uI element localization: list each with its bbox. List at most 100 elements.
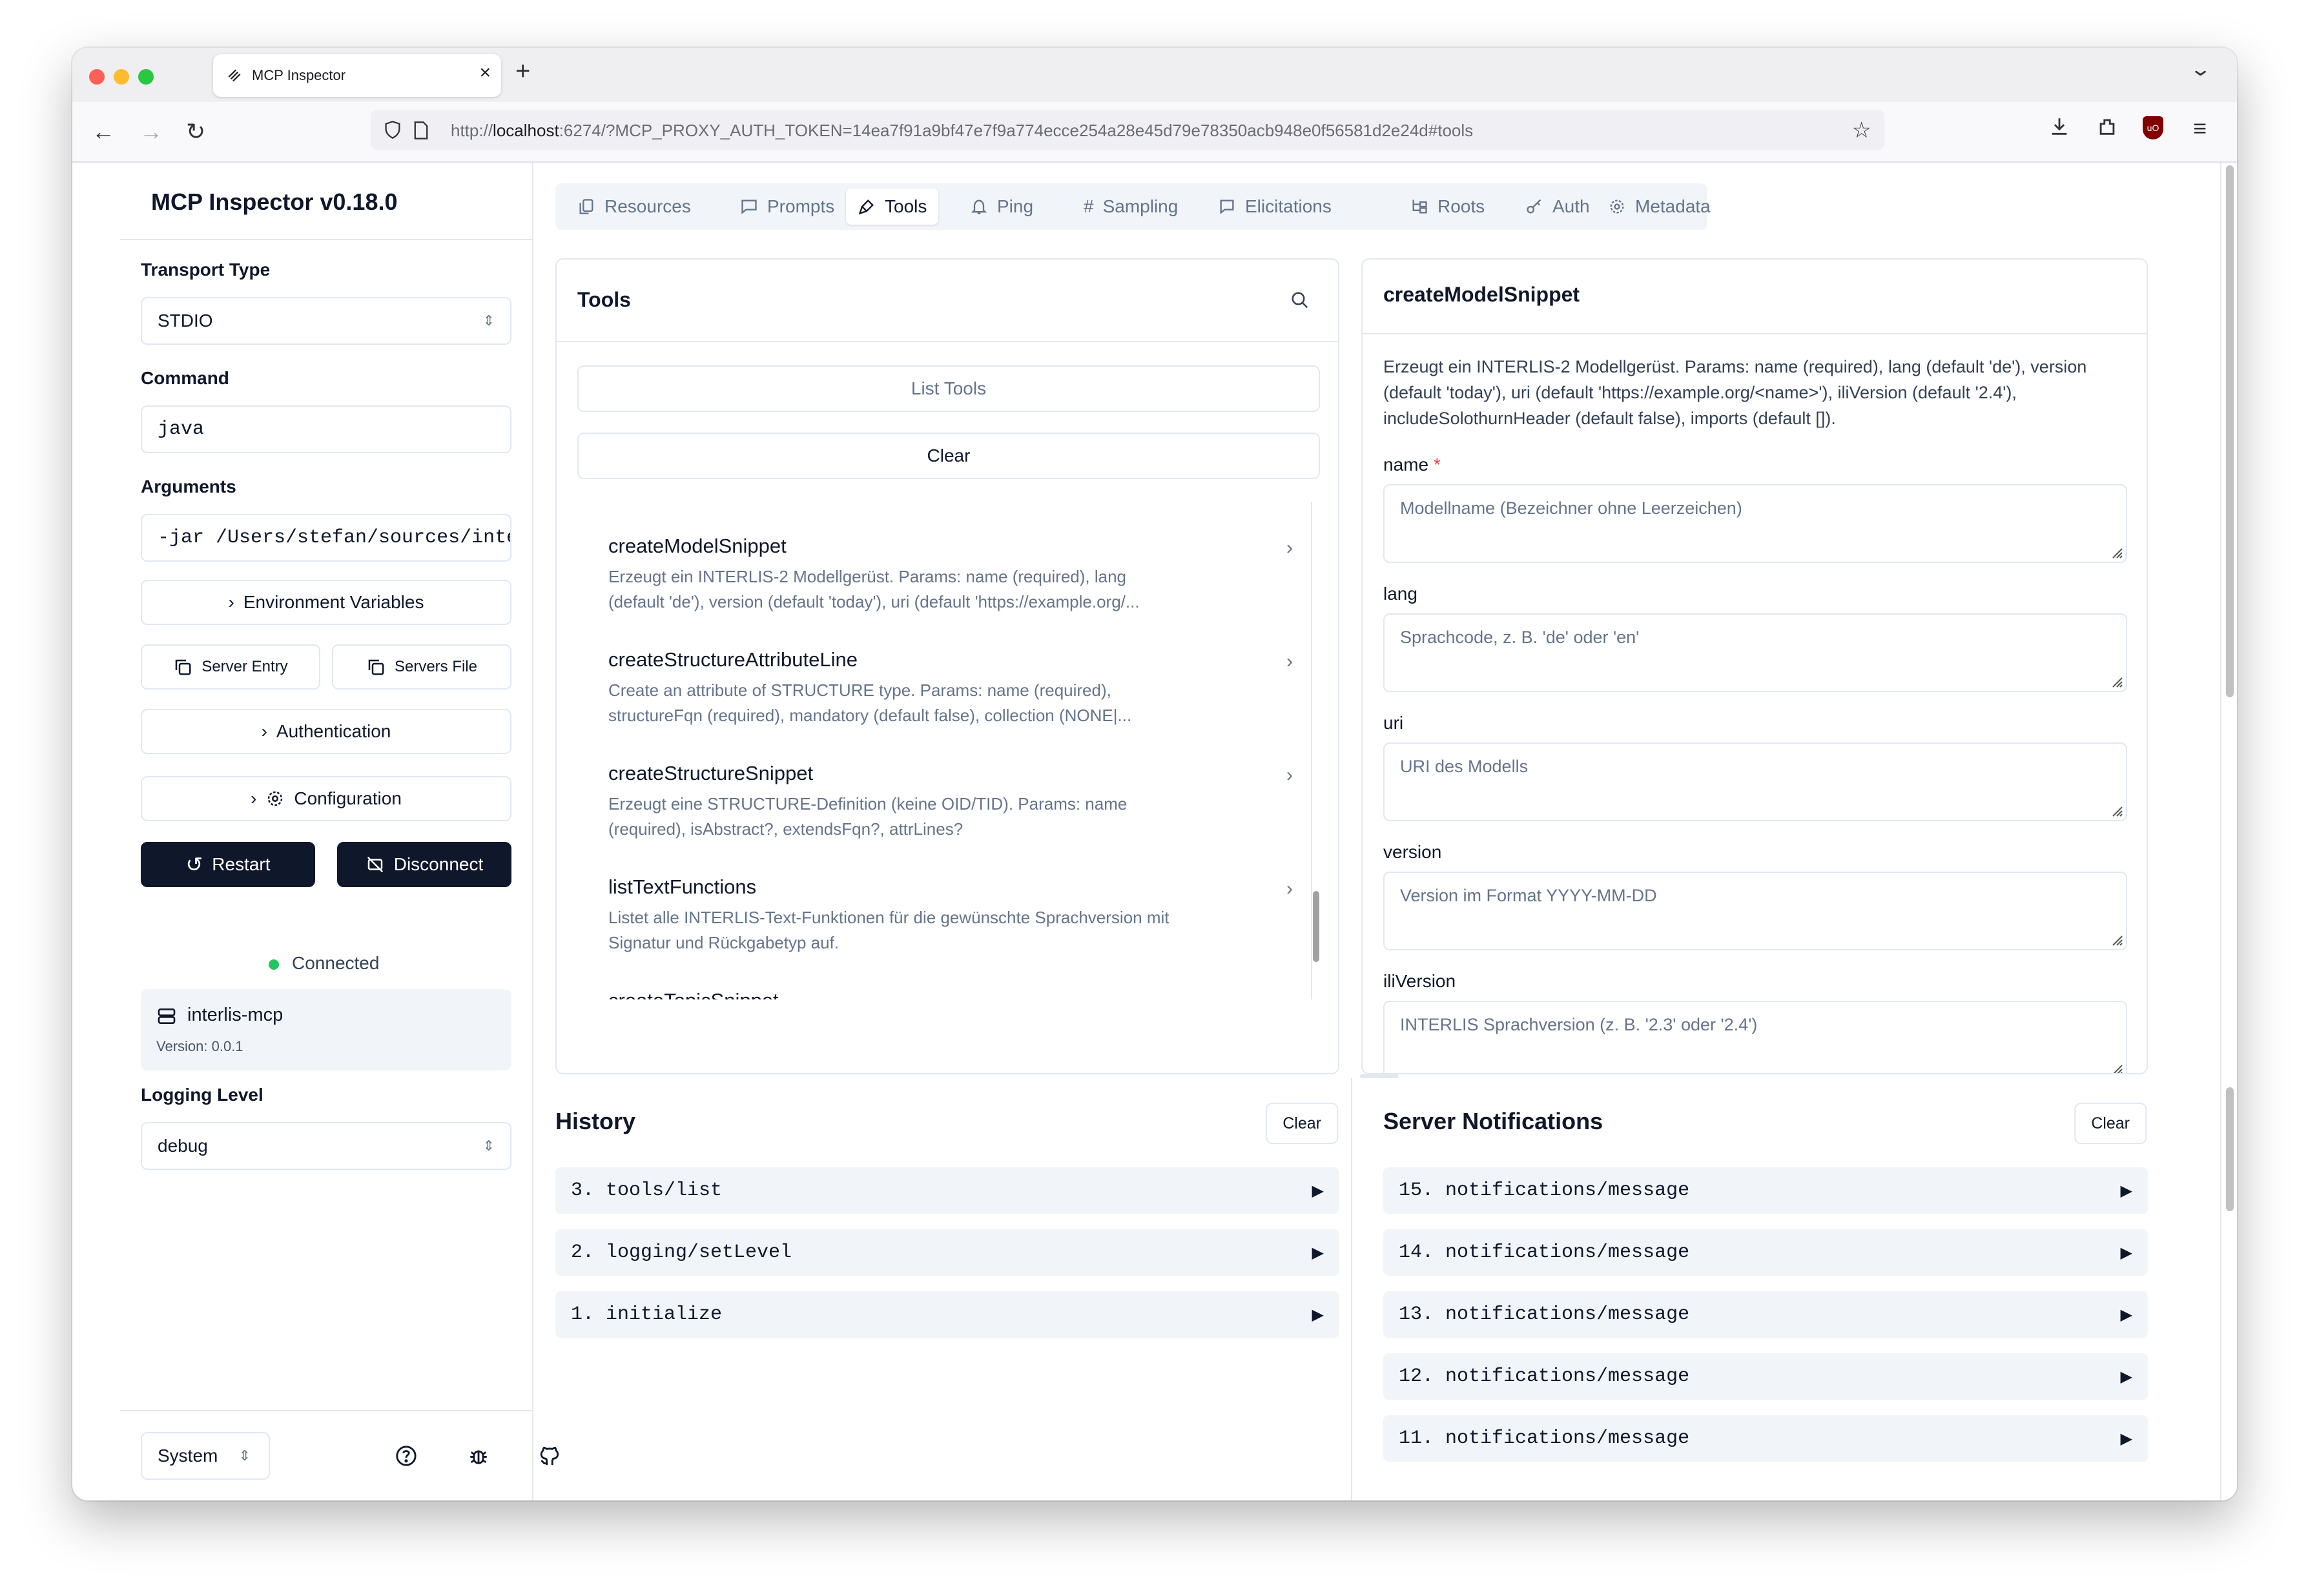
gear-icon — [268, 791, 283, 806]
resize-grip-icon[interactable] — [2109, 803, 2123, 817]
tools-icon — [858, 200, 874, 215]
tab-metadata[interactable]: Metadata — [1596, 189, 1722, 225]
history-item[interactable]: 1. initialize ▶ — [555, 1291, 1339, 1338]
chevron-right-icon: › — [1286, 878, 1293, 899]
tab-auth[interactable]: Auth — [1514, 189, 1602, 225]
disconnect-button[interactable]: Disconnect — [337, 842, 511, 887]
notification-item[interactable]: 12. notifications/message ▶ — [1383, 1353, 2148, 1400]
tool-item-listTextFunctions[interactable]: listTextFunctions Listet alle INTERLIS-T… — [608, 875, 1293, 956]
ublock-icon[interactable]: uO — [2143, 116, 2163, 139]
field-label-version: version — [1383, 842, 1442, 862]
mcp-favicon-icon — [228, 69, 241, 82]
address-bar[interactable]: http://localhost:6274/?MCP_PROXY_AUTH_TO… — [371, 110, 1884, 150]
logging-level-select[interactable]: debug ⇕ — [141, 1122, 511, 1170]
notification-item[interactable]: 15. notifications/message ▶ — [1383, 1167, 2148, 1214]
download-icon[interactable] — [2048, 115, 2070, 138]
gear-icon — [1610, 200, 1624, 214]
tab-prompts[interactable]: Prompts — [728, 189, 846, 225]
theme-select[interactable]: System ⇕ — [141, 1432, 270, 1480]
restart-button[interactable]: ↺ Restart — [141, 842, 315, 887]
list-tools-button[interactable]: List Tools — [577, 365, 1320, 412]
tool-item-createTopicSnippet[interactable]: createTopicSnippet — [608, 989, 1273, 999]
environment-variables-button[interactable]: › Environment Variables — [141, 580, 511, 625]
clear-history-button[interactable]: Clear — [1266, 1103, 1338, 1144]
help-icon[interactable] — [395, 1445, 417, 1467]
main-scrollbar[interactable] — [2220, 163, 2237, 1500]
uri-input[interactable]: URI des Modells — [1383, 742, 2127, 821]
arguments-input[interactable]: -jar /Users/stefan/sources/inte — [141, 514, 511, 562]
connection-status: Connected — [269, 953, 379, 974]
back-icon[interactable]: ← — [92, 118, 115, 146]
tool-detail-title: createModelSnippet — [1383, 283, 1580, 306]
panel-divider — [1363, 333, 2147, 334]
restart-icon: ↺ — [185, 853, 203, 876]
forward-icon[interactable]: → — [139, 118, 163, 146]
configuration-button[interactable]: › Configuration — [141, 776, 511, 821]
browser-tabbar: MCP Inspector × + ⌄ — [72, 48, 2237, 102]
lang-input[interactable]: Sprachcode, z. B. 'de' oder 'en' — [1383, 613, 2127, 692]
field-label-name: name * — [1383, 455, 1441, 475]
tools-panel-title: Tools — [577, 288, 631, 311]
status-dot — [269, 959, 279, 970]
tab-elicitations[interactable]: Elicitations — [1206, 189, 1343, 225]
search-icon[interactable] — [1290, 291, 1310, 310]
server-version: Version: 0.0.1 — [156, 1038, 243, 1054]
close-tab-icon[interactable]: × — [479, 62, 491, 84]
reload-icon[interactable]: ↻ — [186, 118, 205, 146]
authentication-button[interactable]: › Authentication — [141, 709, 511, 754]
tab-sampling[interactable]: # Sampling — [1072, 189, 1190, 225]
close-window-button[interactable] — [89, 69, 105, 85]
bottom-scroll-thumb[interactable] — [2226, 1087, 2234, 1211]
server-entry-button[interactable]: Server Entry — [141, 644, 320, 690]
clear-tools-button[interactable]: Clear — [577, 433, 1320, 479]
name-input[interactable]: Modellname (Bezeichner ohne Leerzeichen) — [1383, 484, 2127, 563]
tool-item-createModelSnippet[interactable]: createModelSnippet Erzeugt ein INTERLIS-… — [608, 535, 1293, 615]
tabs-bar: Resources Prompts Tools Ping # Sampling … — [555, 183, 1711, 230]
chevron-right-icon: › — [228, 592, 234, 612]
tool-item-createStructureAttributeLine[interactable]: createStructureAttributeLine Create an a… — [608, 648, 1293, 728]
tool-list-scroll-thumb[interactable] — [1313, 891, 1319, 962]
extensions-icon[interactable] — [2096, 115, 2118, 138]
message-icon — [1220, 200, 1234, 214]
tab-list-chevron-icon[interactable]: ⌄ — [2189, 58, 2212, 81]
transport-type-select[interactable]: STDIO ⇕ — [141, 297, 511, 345]
notification-item[interactable]: 11. notifications/message ▶ — [1383, 1415, 2148, 1462]
resize-handle[interactable] — [1360, 1074, 1399, 1078]
tab-roots[interactable]: Roots — [1399, 189, 1496, 225]
expand-triangle-icon: ▶ — [1312, 1243, 1324, 1262]
version-input[interactable]: Version im Format YYYY-MM-DD — [1383, 872, 2127, 950]
tools-panel: Tools List Tools Clear createModelSnippe… — [555, 258, 1339, 1074]
tool-item-createStructureSnippet[interactable]: createStructureSnippet Erzeugt eine STRU… — [608, 762, 1293, 842]
resize-grip-icon[interactable] — [2109, 932, 2123, 946]
bottom-panels: History Clear 3. tools/list ▶ 2. logging/… — [533, 1074, 2237, 1500]
tab-resources[interactable]: Resources — [566, 189, 703, 225]
server-icon — [158, 1008, 176, 1024]
history-item[interactable]: 2. logging/setLevel ▶ — [555, 1229, 1339, 1276]
maximize-window-button[interactable] — [138, 69, 154, 85]
select-chevrons-icon: ⇕ — [482, 1138, 495, 1154]
servers-file-button[interactable]: Servers File — [332, 644, 511, 690]
expand-triangle-icon: ▶ — [2120, 1182, 2132, 1200]
history-item[interactable]: 3. tools/list ▶ — [555, 1167, 1339, 1214]
iliversion-input[interactable]: INTERLIS Sprachversion (z. B. '2.3' oder… — [1383, 1001, 2127, 1074]
tab-tools[interactable]: Tools — [846, 189, 939, 225]
field-label-uri: uri — [1383, 713, 1404, 733]
minimize-window-button[interactable] — [114, 69, 129, 85]
tab-ping[interactable]: Ping — [958, 189, 1045, 225]
expand-triangle-icon: ▶ — [2120, 1243, 2132, 1262]
new-tab-icon[interactable]: + — [515, 57, 530, 86]
command-input[interactable]: java — [141, 405, 511, 453]
resize-grip-icon[interactable] — [2109, 545, 2123, 559]
chevron-right-icon: › — [1286, 537, 1293, 558]
main-scroll-thumb[interactable] — [2226, 165, 2234, 697]
resize-grip-icon[interactable] — [2109, 1061, 2123, 1074]
resize-grip-icon[interactable] — [2109, 674, 2123, 688]
bug-icon[interactable] — [468, 1445, 489, 1467]
clear-notifications-button[interactable]: Clear — [2074, 1103, 2147, 1144]
menu-icon[interactable]: ≡ — [2193, 115, 2207, 142]
browser-tab[interactable]: MCP Inspector × — [213, 54, 501, 97]
copy-icon — [176, 659, 191, 675]
notification-item[interactable]: 14. notifications/message ▶ — [1383, 1229, 2148, 1276]
bookmark-star-icon[interactable]: ☆ — [1852, 118, 1871, 143]
notification-item[interactable]: 13. notifications/message ▶ — [1383, 1291, 2148, 1338]
